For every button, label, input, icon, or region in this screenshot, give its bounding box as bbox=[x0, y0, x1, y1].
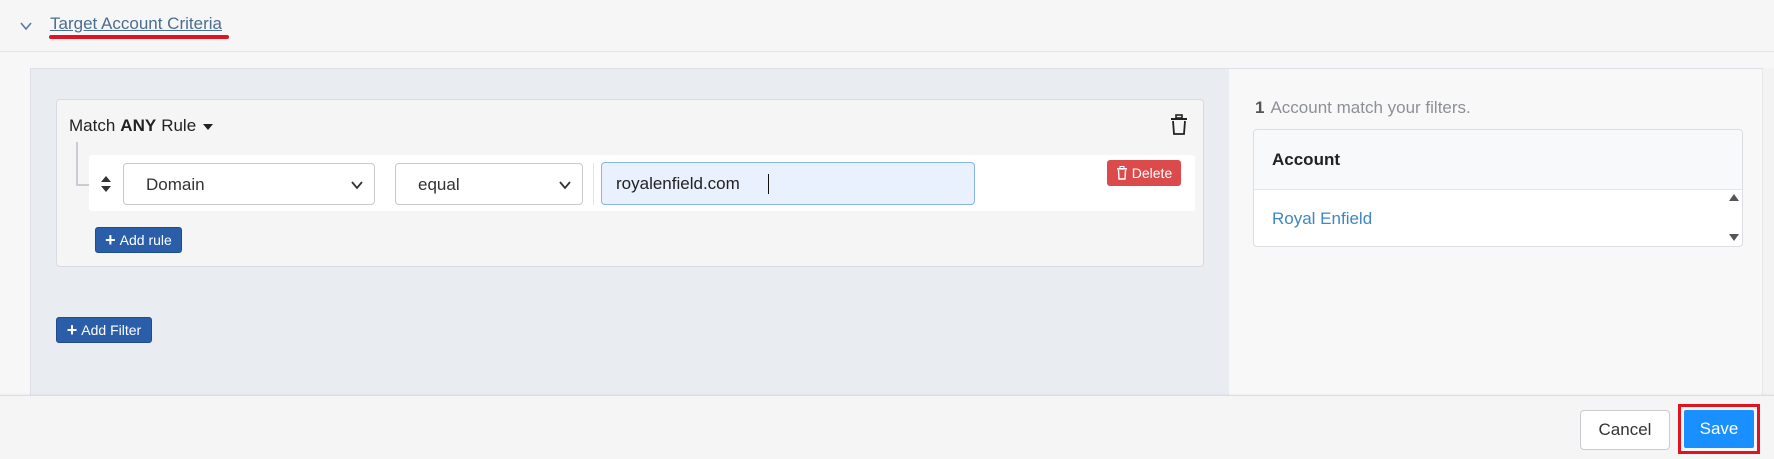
match-count: 1 bbox=[1255, 98, 1265, 117]
cancel-button[interactable]: Cancel bbox=[1580, 410, 1670, 450]
save-button[interactable]: Save bbox=[1684, 410, 1754, 448]
trash-icon[interactable] bbox=[1169, 114, 1189, 136]
section-header[interactable]: Target Account Criteria bbox=[0, 0, 1774, 52]
add-rule-label: Add rule bbox=[119, 232, 172, 248]
match-summary: 1 Account match your filters. bbox=[1255, 98, 1471, 118]
page-scrollbar[interactable] bbox=[1762, 68, 1774, 395]
match-mode-value: ANY bbox=[120, 116, 157, 135]
add-filter-label: Add Filter bbox=[81, 322, 142, 338]
delete-label: Delete bbox=[1131, 165, 1173, 181]
match-prefix: Match bbox=[69, 116, 116, 135]
account-link[interactable]: Royal Enfield bbox=[1272, 209, 1372, 229]
trash-icon bbox=[1116, 166, 1127, 180]
account-table: Account Royal Enfield bbox=[1253, 129, 1743, 247]
rule-value-input[interactable] bbox=[601, 162, 975, 205]
caret-down-icon bbox=[203, 124, 214, 130]
chevron-down-icon[interactable] bbox=[18, 18, 34, 34]
text-cursor bbox=[768, 174, 769, 194]
column-header-account: Account bbox=[1272, 150, 1340, 169]
annotation-underline bbox=[49, 35, 229, 39]
section-title[interactable]: Target Account Criteria bbox=[50, 14, 222, 34]
delete-rule-button[interactable]: Delete bbox=[1107, 160, 1181, 186]
rule-field-value: Domain bbox=[146, 175, 205, 194]
match-summary-text: Account match your filters. bbox=[1270, 98, 1471, 117]
rule-field-select[interactable]: Domain bbox=[123, 163, 375, 205]
rule-connector bbox=[76, 142, 90, 186]
add-rule-button[interactable]: + Add rule bbox=[95, 227, 182, 253]
match-suffix: Rule bbox=[161, 116, 197, 135]
divider bbox=[593, 163, 594, 205]
footer-bar: Cancel Save bbox=[0, 395, 1774, 459]
plus-icon: + bbox=[105, 230, 116, 250]
rule-group: Match ANY Rule Domain equal royalenfield… bbox=[56, 99, 1204, 267]
chevron-down-icon bbox=[559, 181, 571, 190]
rule-operator-value: equal bbox=[418, 175, 460, 194]
scroll-down-icon[interactable] bbox=[1729, 234, 1739, 241]
rule-row: Domain equal royalenfield.com Delete bbox=[89, 155, 1195, 211]
rule-operator-select[interactable]: equal bbox=[395, 163, 583, 205]
plus-icon: + bbox=[66, 320, 78, 340]
chevron-down-icon bbox=[351, 181, 363, 190]
sort-handle-icon[interactable] bbox=[99, 175, 113, 193]
match-mode-dropdown[interactable]: Match ANY Rule bbox=[69, 116, 214, 136]
scroll-up-icon[interactable] bbox=[1729, 194, 1739, 201]
add-filter-button[interactable]: + Add Filter bbox=[56, 317, 152, 343]
table-header: Account bbox=[1254, 130, 1742, 190]
